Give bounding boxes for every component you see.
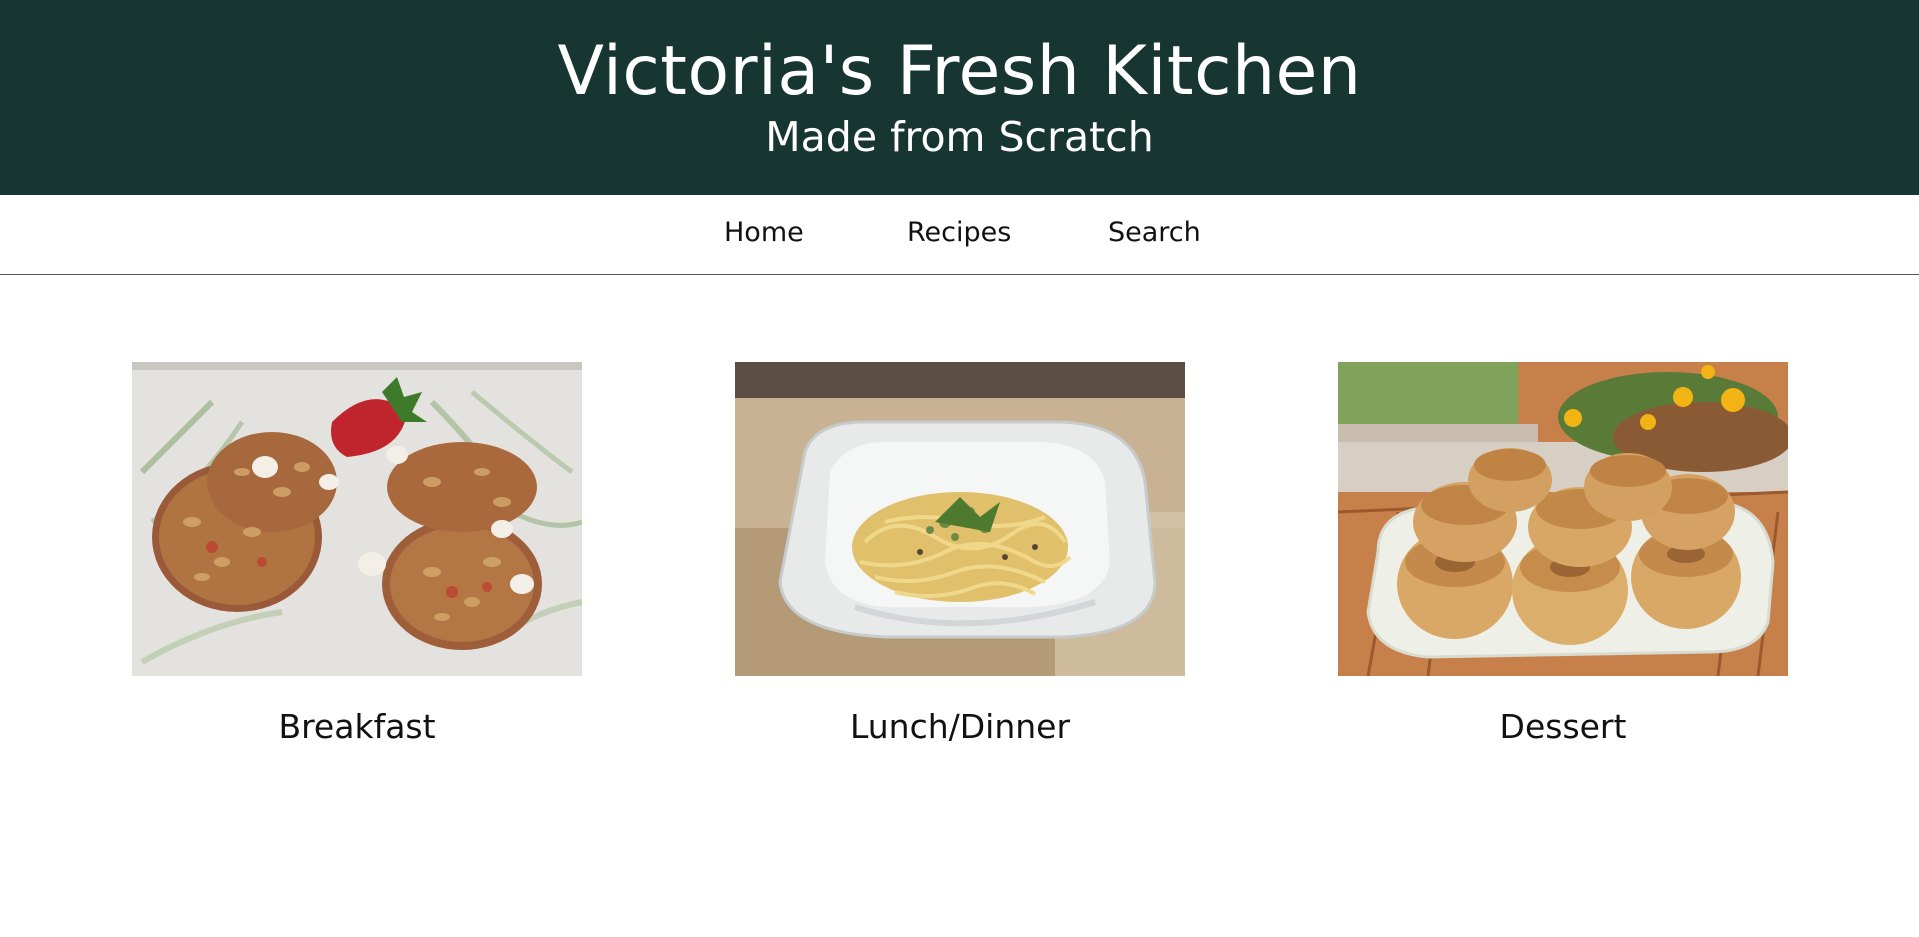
main-nav: Home Recipes Search [0, 195, 1919, 275]
category-card-lunch-dinner[interactable]: Lunch/Dinner [735, 362, 1185, 746]
site-subtitle: Made from Scratch [765, 113, 1154, 161]
category-label-lunch-dinner[interactable]: Lunch/Dinner [735, 706, 1185, 748]
category-card-dessert[interactable]: Dessert [1338, 362, 1788, 746]
dessert-image[interactable] [1338, 362, 1788, 676]
nav-link-search[interactable]: Search [1108, 215, 1201, 251]
site-header: Victoria's Fresh Kitchen Made from Scrat… [0, 0, 1919, 195]
category-label-breakfast[interactable]: Breakfast [132, 706, 582, 748]
lunch-dinner-image[interactable] [735, 362, 1185, 676]
category-card-breakfast[interactable]: Breakfast [132, 362, 582, 746]
category-label-dessert[interactable]: Dessert [1338, 706, 1788, 748]
nav-link-home[interactable]: Home [724, 215, 804, 251]
breakfast-image[interactable] [132, 362, 582, 676]
nav-link-recipes[interactable]: Recipes [907, 215, 1011, 251]
site-title: Victoria's Fresh Kitchen [557, 32, 1362, 111]
